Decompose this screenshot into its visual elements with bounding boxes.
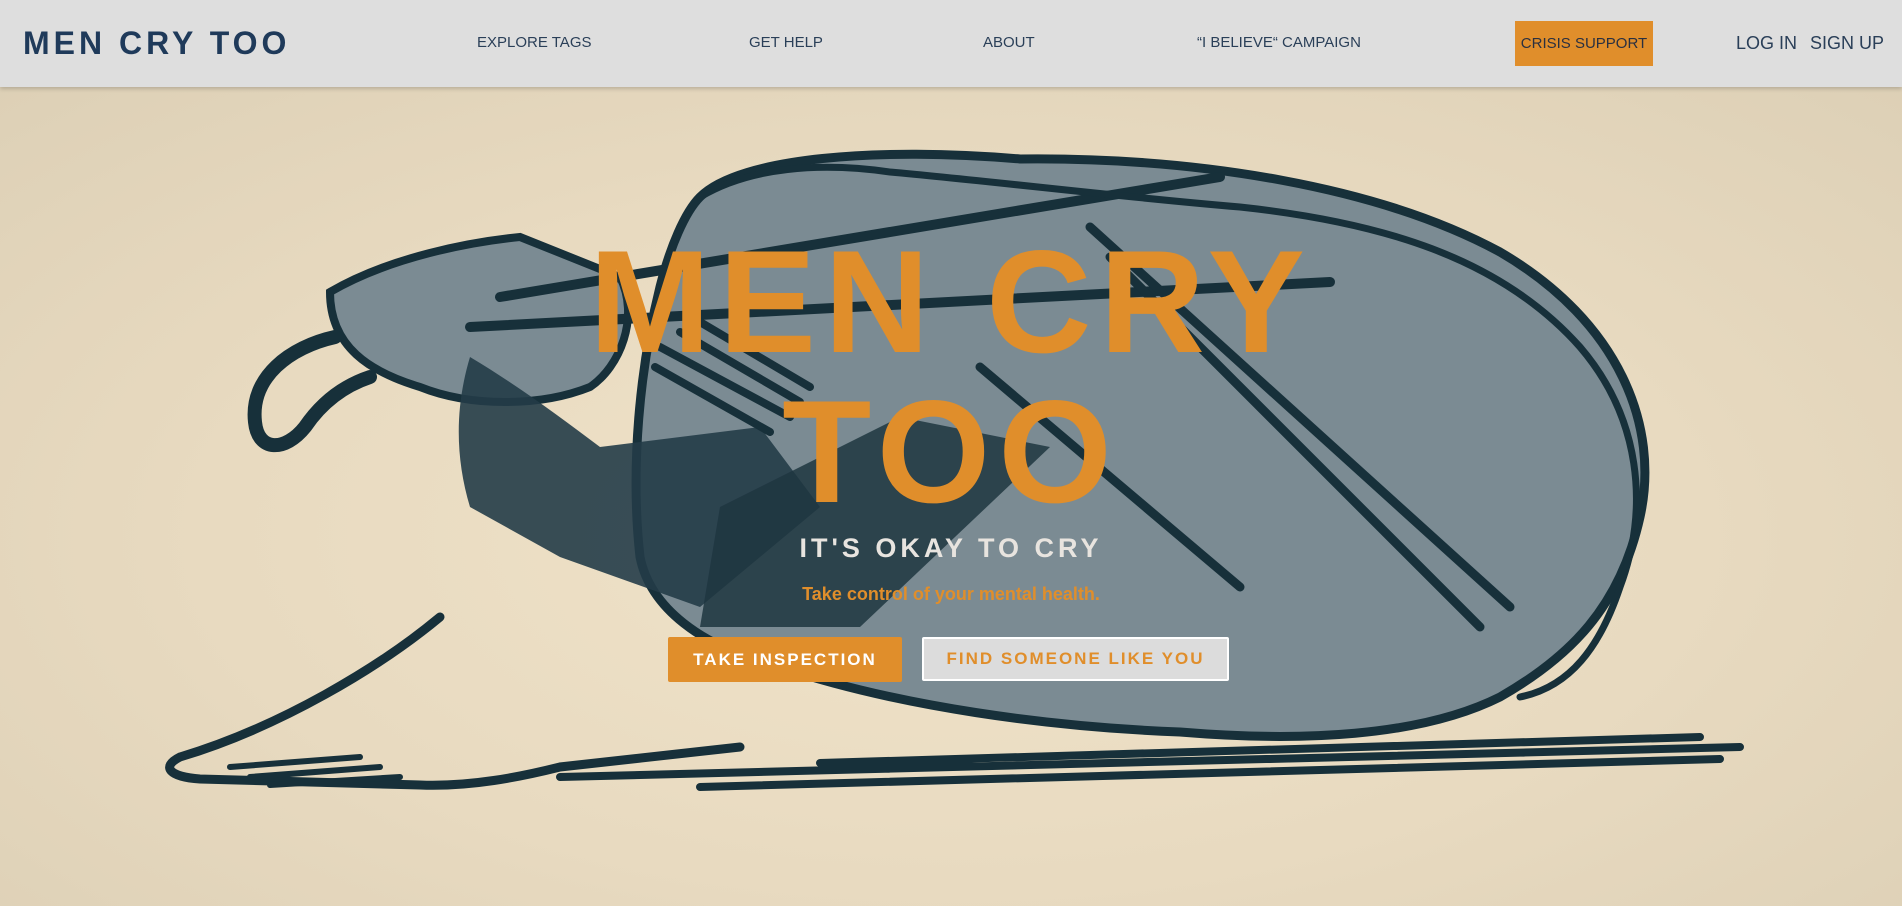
top-navbar: MEN CRY TOO EXPLORE TAGS GET HELP ABOUT … (0, 0, 1902, 87)
hero-subtitle: Take control of your mental health. (802, 584, 1100, 604)
signup-link[interactable]: SIGN UP (1810, 33, 1884, 53)
crisis-support-button[interactable]: CRISIS SUPPORT (1515, 21, 1653, 66)
hero-title-line-1: MEN CRY (589, 220, 1313, 383)
login-link[interactable]: LOG IN (1736, 33, 1797, 53)
brand-logo[interactable]: MEN CRY TOO (23, 26, 290, 60)
hero-section: MEN CRY TOO IT'S OKAY TO CRY Take contro… (0, 87, 1902, 906)
hero-title: MEN CRY TOO (0, 227, 1902, 527)
nav-explore-tags[interactable]: EXPLORE TAGS (477, 34, 592, 52)
figure-feet (165, 612, 745, 790)
nav-i-believe-campaign[interactable]: “I BELIEVE“ CAMPAIGN (1197, 34, 1361, 52)
hero-title-line-2: TOO (782, 370, 1120, 533)
find-someone-like-you-button[interactable]: FIND SOMEONE LIKE YOU (922, 637, 1229, 681)
take-inspection-button[interactable]: TAKE INSPECTION (668, 637, 902, 682)
nav-about[interactable]: ABOUT (983, 34, 1035, 52)
hero-tagline: IT'S OKAY TO CRY (799, 533, 1103, 563)
nav-get-help[interactable]: GET HELP (749, 34, 823, 52)
